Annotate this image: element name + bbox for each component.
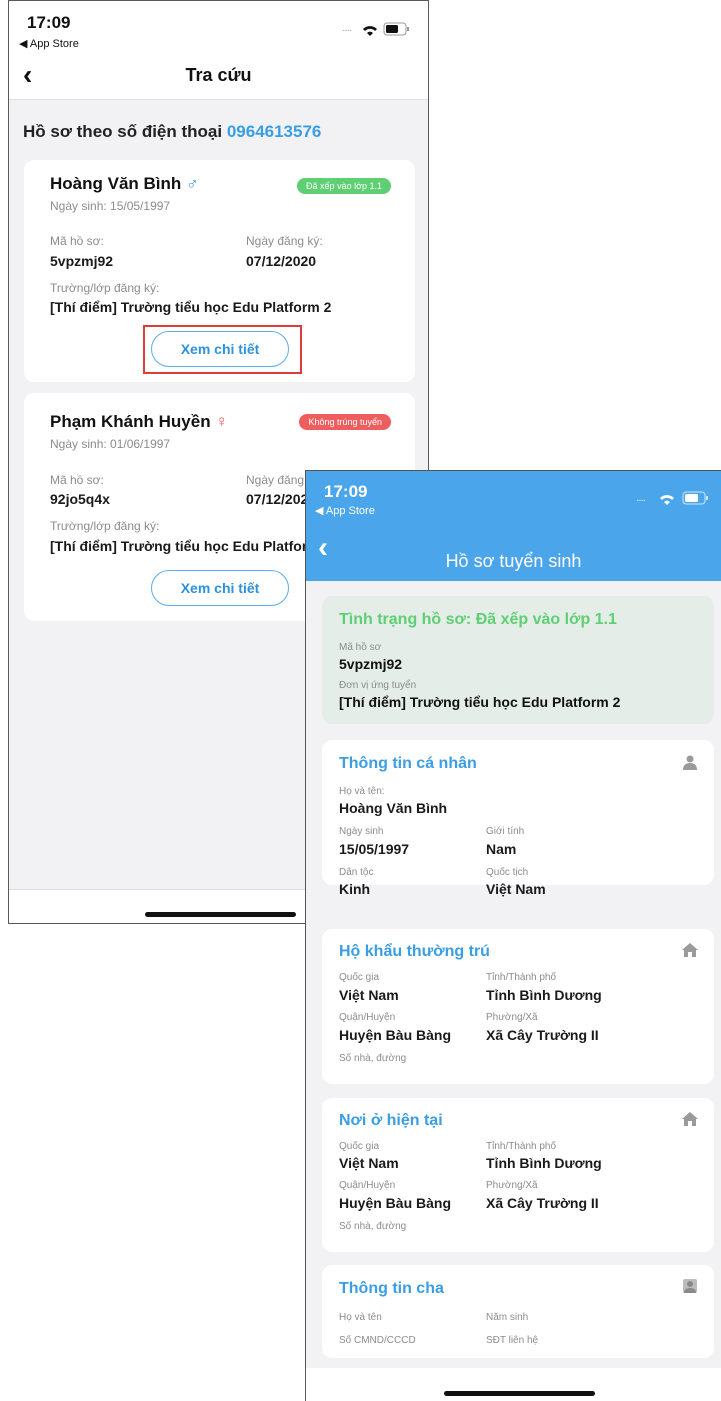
school-value: [Thí điểm] Trường tiểu học Edu Platform …: [50, 299, 332, 315]
wifi-icon: [363, 26, 377, 36]
permanent-residence-section: Hộ khẩu thường trú Quốc gia Việt Nam Tỉn…: [322, 929, 714, 1084]
father-name-label: Họ và tên: [339, 1312, 382, 1323]
record-card-1: Hoàng Văn Bình ♂ Ngày sinh: 15/05/1997 Đ…: [24, 160, 415, 382]
status-badge: Không trúng tuyển: [299, 414, 391, 430]
section-title: Thông tin cha: [339, 1280, 444, 1297]
ethnic-value: Kinh: [339, 881, 371, 897]
ward-label: Phường/Xã: [486, 1012, 538, 1023]
province-label: Tỉnh/Thành phố: [486, 1141, 557, 1152]
ethnic-label: Dân tộc: [339, 867, 374, 878]
country-value: Việt Nam: [339, 1155, 399, 1171]
record-name-text: Hoàng Văn Bình: [50, 174, 182, 193]
personal-info-section: Thông tin cá nhân Họ và tên: Hoàng Văn B…: [322, 740, 714, 897]
signal-icon: .....: [342, 23, 352, 34]
status-badge: Đã xếp vào lớp 1.1: [297, 178, 391, 194]
profile-code-value: 5vpzmj92: [50, 253, 114, 269]
country-label: Quốc gia: [339, 1141, 380, 1152]
profile-code-label: Mã hồ sơ:: [50, 473, 104, 487]
home-icon: [682, 943, 698, 957]
current-residence-section: Nơi ở hiện tại Quốc gia Việt Nam Tỉnh/Th…: [322, 1098, 714, 1252]
nationality-label: Quốc tịch: [486, 867, 529, 878]
person-icon: [683, 755, 697, 770]
code-value: 5vpzmj92: [339, 656, 403, 672]
status-time: 17:09: [27, 13, 71, 32]
district-value: Huyện Bàu Bàng: [339, 1195, 452, 1211]
battery-icon: [383, 22, 409, 36]
province-value: Tỉnh Bình Dương: [486, 1155, 602, 1171]
record-name: Phạm Khánh Huyền ♀: [50, 412, 228, 432]
home-indicator: [444, 1391, 595, 1396]
phone-heading: Hồ sơ theo số điện thoại 0964613576: [23, 122, 321, 142]
street-label: Số nhà, đường: [339, 1221, 407, 1232]
father-phone-label: SĐT liên hệ: [486, 1335, 539, 1346]
name-value: Hoàng Văn Bình: [339, 800, 448, 816]
profile-screen: 17:09 ◀ App Store ..... ‹ Hồ sơ tuyển si…: [305, 470, 721, 1401]
reg-date-label: Ngày đăng ký:: [246, 234, 323, 248]
back-to-app-store[interactable]: ◀ App Store: [19, 37, 79, 50]
ward-value: Xã Cây Trường II: [486, 1027, 599, 1043]
heading-label: Hồ sơ theo số điện thoại: [23, 122, 227, 141]
father-info-section: Thông tin cha Họ và tên Năm sinh Số CMND…: [322, 1265, 714, 1358]
home-indicator: [145, 912, 296, 917]
street-label: Số nhà, đường: [339, 1053, 407, 1064]
dob-label: Ngày sinh: [339, 826, 384, 837]
province-value: Tỉnh Bình Dương: [486, 987, 602, 1003]
profile-code-label: Mã hồ sơ:: [50, 234, 104, 248]
status-bar: 17:09 ◀ App Store .....: [9, 1, 428, 51]
back-to-app-store[interactable]: ◀ App Store: [315, 504, 375, 517]
application-status-card: Tình trạng hồ sơ: Đã xếp vào lớp 1.1 Mã …: [322, 596, 714, 724]
female-icon: ♀: [215, 412, 229, 431]
unit-label: Đơn vị ứng tuyển: [339, 680, 417, 691]
school-value: [Thí điểm] Trường tiểu học Edu Platform …: [50, 538, 332, 554]
ward-value: Xã Cây Trường II: [486, 1195, 599, 1211]
signal-icon: .....: [636, 493, 646, 504]
father-id-label: Số CMND/CCCD: [339, 1335, 416, 1346]
code-label: Mã hồ sơ: [339, 642, 382, 653]
father-birth-year-label: Năm sinh: [486, 1312, 529, 1323]
record-dob: Ngày sinh: 15/05/1997: [50, 199, 171, 213]
nationality-value: Việt Nam: [486, 881, 546, 897]
status-title: Tình trạng hồ sơ: Đã xếp vào lớp 1.1: [339, 611, 617, 628]
nav-bar: ‹ Tra cứu: [9, 51, 428, 100]
highlight-box: [143, 325, 302, 374]
dob-value: 15/05/1997: [339, 841, 410, 857]
home-icon: [682, 1112, 698, 1126]
name-label: Họ và tên:: [339, 786, 385, 797]
wifi-icon: [660, 495, 674, 505]
person-icon: [683, 1279, 697, 1293]
district-label: Quận/Huyện: [339, 1012, 396, 1023]
school-label: Trường/lớp đăng ký:: [50, 281, 160, 295]
header-bar: 17:09 ◀ App Store ..... ‹ Hồ sơ tuyển si…: [306, 471, 721, 581]
record-dob: Ngày sinh: 01/06/1997: [50, 437, 171, 451]
province-label: Tỉnh/Thành phố: [486, 972, 557, 983]
ward-label: Phường/Xã: [486, 1180, 538, 1191]
gender-label: Giới tính: [486, 826, 525, 837]
country-label: Quốc gia: [339, 972, 380, 983]
page-title: Hồ sơ tuyển sinh: [445, 551, 582, 571]
country-value: Việt Nam: [339, 987, 399, 1003]
phone-number: 0964613576: [226, 122, 322, 141]
profile-code-value: 92jo5q4x: [50, 491, 110, 507]
male-icon: ♂: [186, 174, 199, 193]
section-title: Nơi ở hiện tại: [339, 1112, 443, 1129]
unit-value: [Thí điểm] Trường tiểu học Edu Platform …: [339, 694, 621, 710]
battery-icon: [682, 491, 708, 505]
view-detail-button[interactable]: Xem chi tiết: [151, 570, 289, 606]
section-title: Thông tin cá nhân: [339, 755, 477, 772]
record-name-text: Phạm Khánh Huyền: [50, 412, 211, 431]
page-title: Tra cứu: [185, 65, 252, 85]
school-label: Trường/lớp đăng ký:: [50, 519, 160, 533]
record-name: Hoàng Văn Bình ♂: [50, 174, 199, 194]
bottom-bar: [306, 1368, 721, 1401]
gender-value: Nam: [486, 841, 517, 857]
district-value: Huyện Bàu Bàng: [339, 1027, 452, 1043]
section-title: Hộ khẩu thường trú: [339, 943, 490, 960]
status-time: 17:09: [324, 482, 368, 501]
reg-date-value: 07/12/2020: [246, 253, 317, 269]
district-label: Quận/Huyện: [339, 1180, 396, 1191]
